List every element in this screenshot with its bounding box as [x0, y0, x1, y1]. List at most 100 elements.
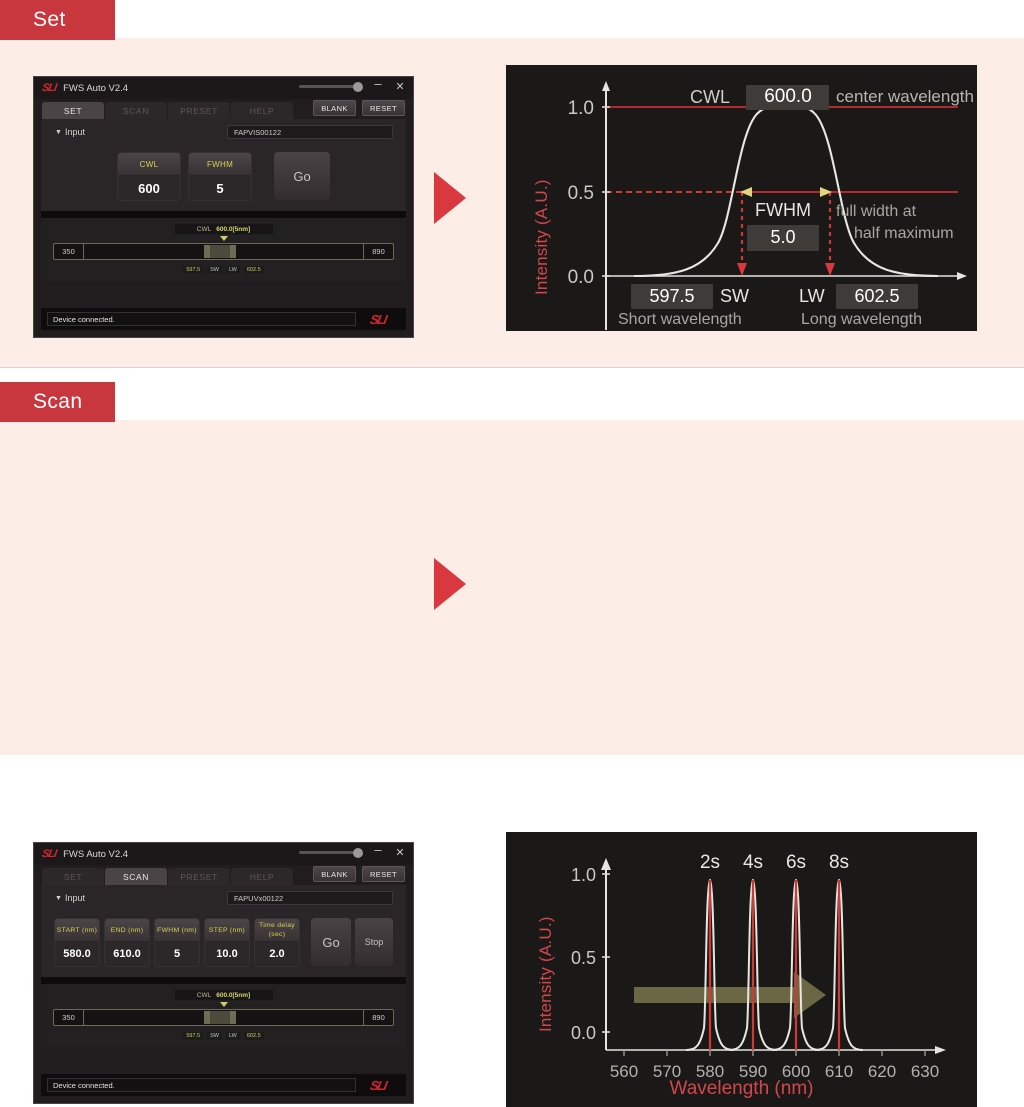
- slider-pointer-icon: [219, 236, 228, 241]
- tab-preset[interactable]: PRESET: [168, 868, 230, 885]
- status-text: Device connected.: [47, 312, 356, 326]
- svg-text:8s: 8s: [829, 852, 849, 873]
- param-fwhm-value[interactable]: 5: [155, 942, 199, 966]
- wavelength-slider-panel-set: CWL 600.0[5nm] 350 890 597.5 SW LW 602.5: [41, 218, 406, 281]
- scan-chart-svg: 1.0 0.5 0.0 560 570 580 590 600 610 620 …: [571, 852, 946, 1081]
- section-divider: [0, 367, 1024, 368]
- tab-help[interactable]: HELP: [231, 102, 293, 119]
- svg-text:1.0: 1.0: [571, 865, 596, 885]
- blank-button[interactable]: BLANK: [313, 866, 356, 882]
- input-label: Input: [64, 893, 85, 903]
- tab-set[interactable]: SET: [42, 102, 104, 119]
- sw-lw-readout: 597.5 SW LW 602.5: [176, 265, 272, 275]
- titlebar-scan[interactable]: SLI FWS Auto V2.4 – ✕: [34, 843, 413, 865]
- minimize-icon[interactable]: –: [371, 843, 385, 856]
- fws-auto-window-scan[interactable]: SLI FWS Auto V2.4 – ✕ SET SCAN PRESET HE…: [33, 842, 414, 1104]
- param-cwl-value[interactable]: 600: [118, 176, 180, 200]
- window-title: FWS Auto V2.4: [63, 82, 129, 94]
- status-text-scan: Device connected.: [47, 1078, 356, 1092]
- close-icon[interactable]: ✕: [393, 847, 407, 859]
- param-start-value[interactable]: 580.0: [55, 942, 99, 966]
- input-row: ▼ Input FAPVIS00122: [41, 119, 406, 145]
- reset-button[interactable]: RESET: [362, 866, 405, 882]
- cwl-readout-key: CWL: [196, 225, 212, 233]
- brightness-slider-knob[interactable]: [353, 81, 363, 92]
- close-icon[interactable]: ✕: [393, 81, 407, 93]
- tab-preset[interactable]: PRESET: [168, 102, 230, 119]
- lw-annotation-value: 602.5: [854, 286, 900, 306]
- wavelength-band-marker[interactable]: [204, 245, 236, 258]
- brightness-slider-knob-scan[interactable]: [353, 847, 363, 858]
- svg-text:0.5: 0.5: [568, 183, 594, 204]
- param-fwhm-value[interactable]: 5: [189, 176, 251, 200]
- svg-text:1.0: 1.0: [568, 98, 594, 119]
- device-id-field[interactable]: FAPVIS00122: [227, 125, 393, 139]
- device-id-field-scan[interactable]: FAPUVx00122: [227, 891, 393, 905]
- parameter-row-set: CWL 600 FWHM 5 Go: [41, 145, 406, 211]
- set-chart-ylabel: Intensity (A.U.): [532, 179, 551, 295]
- sw-value: 597.5: [183, 1032, 204, 1040]
- sw-lw-readout-scan: 597.5 SW LW 602.5: [176, 1031, 272, 1041]
- param-time-delay-label: Time delay (sec): [255, 919, 299, 942]
- param-fwhm[interactable]: FWHM (nm) 5: [154, 918, 200, 967]
- go-button[interactable]: Go: [274, 152, 330, 200]
- brightness-slider-scan[interactable]: [299, 851, 361, 854]
- cwl-readout-key: CWL: [196, 991, 212, 999]
- tab-scan[interactable]: SCAN: [105, 102, 167, 119]
- wavelength-track-scan[interactable]: 350 890: [53, 1009, 394, 1026]
- flow-arrow-icon-set: [434, 172, 466, 224]
- param-end-label: END (nm): [105, 919, 149, 942]
- wavelength-max-label: 890: [363, 244, 393, 259]
- blank-button[interactable]: BLANK: [313, 100, 356, 116]
- tab-set[interactable]: SET: [42, 868, 104, 885]
- param-end-value[interactable]: 610.0: [105, 942, 149, 966]
- svg-text:0.0: 0.0: [571, 1023, 596, 1043]
- fws-auto-window-set[interactable]: SLI FWS Auto V2.4 – ✕ SET SCAN PRESET HE…: [33, 76, 414, 338]
- param-end[interactable]: END (nm) 610.0: [104, 918, 150, 967]
- slider-pointer-icon: [219, 1002, 228, 1007]
- sli-logo-footer-icon: SLI: [368, 1077, 388, 1093]
- input-label: Input: [64, 127, 85, 137]
- reset-button[interactable]: RESET: [362, 100, 405, 116]
- fwhm-annotation-desc-1: full width at: [836, 203, 917, 220]
- fwhm-annotation-value: 5.0: [770, 227, 796, 247]
- param-step[interactable]: STEP (nm) 10.0: [204, 918, 250, 967]
- cwl-readout-value: 600.0[5nm]: [216, 225, 251, 233]
- sw-annotation-value: 597.5: [649, 286, 695, 306]
- svg-text:4s: 4s: [743, 852, 763, 873]
- param-time-delay[interactable]: Time delay (sec) 2.0: [254, 918, 300, 967]
- status-bar-set: Device connected. SLI: [41, 308, 406, 330]
- sli-logo-icon: SLI: [40, 82, 58, 94]
- wavelength-min-label: 350: [54, 244, 84, 259]
- chevron-down-icon[interactable]: ▼: [55, 895, 62, 902]
- set-section: Set SLI FWS Auto V2.4 – ✕ SET SCAN PRESE…: [0, 0, 1024, 368]
- param-fwhm[interactable]: FWHM 5: [188, 152, 252, 201]
- titlebar[interactable]: SLI FWS Auto V2.4 – ✕: [34, 77, 413, 99]
- chevron-down-icon[interactable]: ▼: [55, 129, 62, 136]
- cwl-annotation-desc: center wavelength: [836, 87, 974, 106]
- wavelength-track[interactable]: 350 890: [53, 243, 394, 260]
- tab-scan[interactable]: SCAN: [105, 868, 167, 885]
- input-panel-set: ▼ Input FAPVIS00122 CWL 600 FWHM 5 Go: [41, 119, 406, 211]
- input-panel-scan: ▼ Input FAPUVx00122 START (nm) 580.0 END…: [41, 885, 406, 977]
- param-step-label: STEP (nm): [205, 919, 249, 942]
- sli-logo-footer-icon: SLI: [368, 311, 388, 327]
- svg-text:6s: 6s: [786, 852, 806, 873]
- minimize-icon[interactable]: –: [371, 77, 385, 90]
- param-step-value[interactable]: 10.0: [205, 942, 249, 966]
- param-time-delay-value[interactable]: 2.0: [255, 942, 299, 966]
- cwl-annotation-value: 600.0: [764, 86, 812, 107]
- wavelength-band-marker-scan[interactable]: [204, 1011, 236, 1024]
- param-cwl[interactable]: CWL 600: [117, 152, 181, 201]
- wavelength-max-label: 890: [363, 1010, 393, 1025]
- sw-label: SW: [207, 1032, 223, 1040]
- param-start[interactable]: START (nm) 580.0: [54, 918, 100, 967]
- go-button-scan[interactable]: Go: [311, 918, 351, 966]
- svg-text:0.0: 0.0: [568, 267, 594, 288]
- lw-value: 602.5: [243, 1032, 264, 1040]
- tab-help[interactable]: HELP: [231, 868, 293, 885]
- panel-divider-scan: [41, 977, 406, 984]
- stop-button[interactable]: Stop: [355, 918, 393, 966]
- brightness-slider[interactable]: [299, 85, 361, 88]
- svg-text:0.5: 0.5: [571, 948, 596, 968]
